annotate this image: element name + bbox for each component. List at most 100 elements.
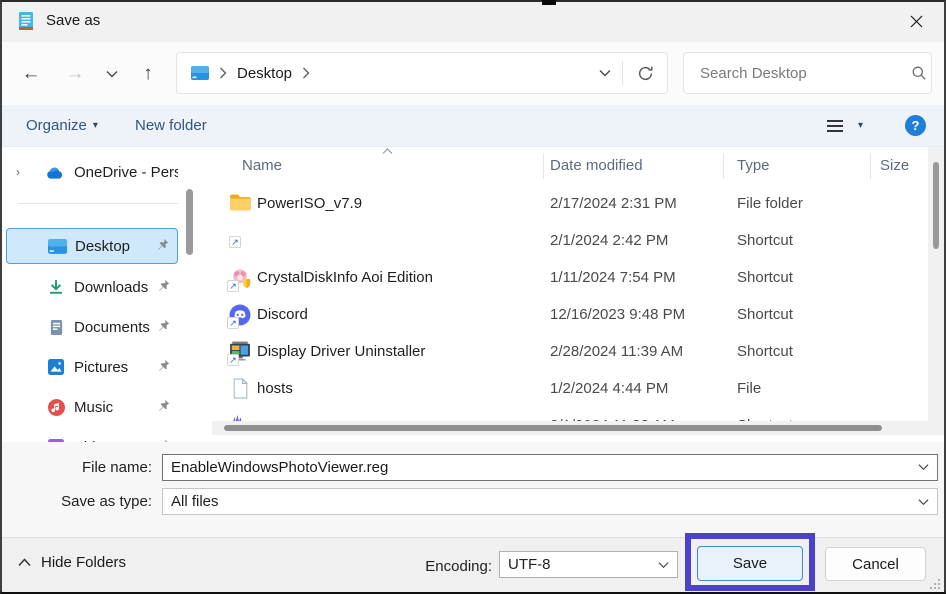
cancel-button[interactable]: Cancel bbox=[825, 547, 926, 581]
column-divider[interactable] bbox=[543, 153, 544, 179]
top-edge-mark bbox=[542, 0, 556, 5]
save-button-label: Save bbox=[733, 555, 767, 572]
recent-locations-button[interactable] bbox=[98, 60, 126, 88]
hide-folders-button[interactable]: Hide Folders bbox=[18, 554, 126, 571]
address-dropdown-button[interactable] bbox=[588, 69, 622, 77]
chevron-down-icon bbox=[106, 70, 118, 78]
shortcut-arrow-icon: ↗ bbox=[229, 236, 241, 248]
table-row[interactable]: ↗ Display Driver Uninstaller 2/28/2024 1… bbox=[212, 334, 928, 371]
forward-arrow-icon: → bbox=[66, 63, 85, 85]
sidebar-item-music[interactable]: Music bbox=[6, 389, 178, 425]
new-folder-label: New folder bbox=[135, 117, 207, 134]
file-fields-area: File name: Save as type: All files bbox=[2, 442, 944, 537]
expander-chevron-icon[interactable]: › bbox=[6, 165, 30, 179]
file-name-input[interactable] bbox=[162, 454, 938, 481]
table-row[interactable]: PowerISO_v7.9 2/17/2024 2:31 PM File fol… bbox=[212, 186, 928, 223]
file-date: 1/11/2024 7:54 PM bbox=[550, 269, 676, 286]
column-header-date-modified[interactable]: Date modified bbox=[550, 157, 643, 174]
shortcut-arrow-icon: ↗ bbox=[229, 234, 243, 248]
vertical-scrollbar-thumb[interactable] bbox=[933, 162, 939, 249]
save-as-type-value: All files bbox=[163, 493, 918, 510]
shortcut-arrow-icon: ↗ bbox=[227, 354, 239, 366]
up-button[interactable]: ↑ bbox=[134, 60, 162, 88]
command-toolbar: Organize ▾ New folder ▾ ? bbox=[2, 105, 944, 147]
file-name-combo bbox=[162, 454, 938, 481]
caret-down-icon: ▾ bbox=[858, 120, 863, 131]
encoding-label: Encoding: bbox=[382, 558, 492, 575]
file-name-label: File name: bbox=[2, 459, 152, 476]
file-name: CrystalDiskInfo Aoi Edition bbox=[257, 269, 433, 286]
shortcut-arrow-icon: ↗ bbox=[227, 280, 239, 292]
save-button[interactable]: Save bbox=[697, 546, 803, 581]
column-divider[interactable] bbox=[870, 153, 871, 179]
file-type: File bbox=[737, 380, 761, 397]
search-icon bbox=[911, 65, 927, 81]
refresh-icon bbox=[637, 65, 654, 82]
back-arrow-icon: ← bbox=[22, 63, 41, 85]
back-button[interactable]: ← bbox=[17, 60, 45, 88]
sidebar-scrollbar-thumb[interactable] bbox=[186, 189, 193, 255]
breadcrumb-chevron-icon bbox=[302, 67, 310, 79]
pin-icon bbox=[157, 319, 170, 336]
file-type: File folder bbox=[737, 195, 803, 212]
pin-icon bbox=[157, 399, 170, 416]
file-name: hosts bbox=[257, 380, 293, 397]
table-row[interactable]: ↗ CrystalDiskInfo Aoi Edition 1/11/2024 … bbox=[212, 260, 928, 297]
horizontal-scrollbar-thumb[interactable] bbox=[224, 425, 882, 431]
help-button[interactable]: ? bbox=[905, 115, 926, 136]
sidebar-item-onedrive[interactable]: › OneDrive - Pers bbox=[6, 154, 178, 190]
chevron-down-icon bbox=[658, 561, 677, 569]
crystaldiskinfo-icon: ↗ bbox=[229, 267, 252, 290]
chevron-up-icon bbox=[18, 558, 31, 567]
pin-icon bbox=[156, 238, 169, 255]
caret-down-icon: ▾ bbox=[93, 120, 98, 131]
music-icon bbox=[46, 399, 66, 416]
save-as-type-select[interactable]: All files bbox=[162, 488, 938, 515]
search-input[interactable] bbox=[684, 65, 907, 82]
organize-menu-button[interactable]: Organize ▾ bbox=[26, 105, 98, 146]
breadcrumb-desktop[interactable]: Desktop bbox=[233, 65, 296, 82]
sidebar-item-label: Music bbox=[74, 399, 157, 416]
chevron-down-icon[interactable] bbox=[918, 463, 938, 471]
close-button[interactable] bbox=[894, 2, 938, 41]
sidebar-item-label: Pictures bbox=[74, 359, 157, 376]
new-folder-button[interactable]: New folder bbox=[135, 105, 207, 146]
file-icon bbox=[232, 378, 255, 401]
sidebar-item-videos[interactable]: Videos bbox=[6, 429, 178, 442]
file-name: PowerISO_v7.9 bbox=[257, 195, 362, 212]
file-type: Shortcut bbox=[737, 269, 793, 286]
pin-icon bbox=[157, 279, 170, 296]
sidebar-item-documents[interactable]: Documents bbox=[6, 309, 178, 345]
encoding-select[interactable]: UTF-8 bbox=[499, 551, 678, 578]
sidebar-item-desktop[interactable]: Desktop bbox=[6, 228, 178, 264]
column-header-type[interactable]: Type bbox=[737, 157, 770, 174]
column-header-size[interactable]: Size bbox=[880, 157, 909, 174]
address-bar[interactable]: Desktop bbox=[176, 52, 668, 94]
table-row[interactable]: ↗ 2/1/2024 2:42 PM Shortcut bbox=[212, 223, 928, 260]
vertical-scrollbar[interactable] bbox=[928, 147, 944, 435]
column-header-name[interactable]: Name bbox=[242, 157, 282, 174]
resize-grip[interactable] bbox=[928, 577, 941, 590]
horizontal-scrollbar[interactable] bbox=[212, 421, 928, 435]
notepad-app-icon bbox=[15, 10, 37, 32]
navigation-bar: ← → ↑ Desktop bbox=[2, 42, 944, 105]
view-options-button[interactable]: ▾ bbox=[826, 105, 863, 146]
table-row[interactable]: hosts 1/2/2024 4:44 PM File bbox=[212, 371, 928, 408]
chevron-down-icon bbox=[599, 69, 611, 77]
file-list: Name Date modified Type Size PowerISO_v7… bbox=[212, 147, 928, 442]
column-divider[interactable] bbox=[723, 153, 724, 179]
title-bar: Save as bbox=[2, 2, 944, 42]
close-icon bbox=[910, 15, 923, 28]
scrollbar-gutter bbox=[212, 435, 928, 442]
pictures-icon bbox=[46, 359, 66, 375]
sidebar-item-downloads[interactable]: Downloads bbox=[6, 269, 178, 305]
dialog-footer: Hide Folders Encoding: UTF-8 Save Cancel bbox=[2, 537, 944, 592]
refresh-button[interactable] bbox=[623, 65, 667, 82]
sidebar-item-pictures[interactable]: Pictures bbox=[6, 349, 178, 385]
table-row[interactable]: ↗ Discord 12/16/2023 9:48 PM Shortcut bbox=[212, 297, 928, 334]
breadcrumb-chevron-icon bbox=[219, 67, 227, 79]
file-date: 2/17/2024 2:31 PM bbox=[550, 195, 677, 212]
forward-button[interactable]: → bbox=[61, 60, 89, 88]
pin-icon bbox=[157, 359, 170, 376]
search-button[interactable] bbox=[907, 65, 931, 81]
